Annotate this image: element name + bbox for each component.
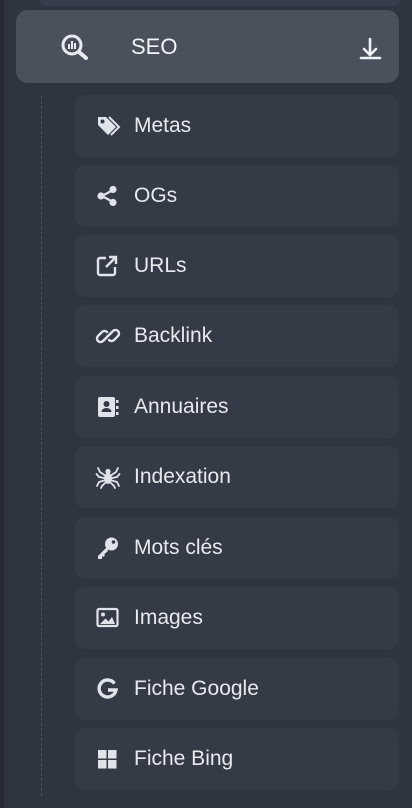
menu-item-fiche-bing[interactable]: Fiche Bing (75, 728, 399, 790)
menu-item-label: Fiche Google (134, 677, 259, 700)
menu-item-images[interactable]: Images (75, 587, 399, 649)
menu-item-label: Fiche Bing (134, 747, 234, 770)
search-chart-icon (60, 34, 90, 60)
image-icon (95, 606, 121, 630)
menu-item-label: OGs (134, 184, 178, 207)
spider-icon (95, 465, 121, 489)
menu-item-ogs[interactable]: OGs (75, 165, 399, 227)
menu-item-label: Metas (134, 114, 192, 137)
share-icon (95, 184, 121, 208)
menu-item-label: URLs (134, 254, 187, 277)
menu-item-urls[interactable]: URLs (75, 235, 399, 297)
menu-item-label: Images (134, 606, 203, 629)
menu-item-label: Mots clés (134, 536, 223, 559)
address-book-icon (95, 395, 121, 419)
menu-item-label: Indexation (134, 465, 231, 488)
tags-icon (95, 114, 121, 138)
menu-item-annuaires[interactable]: Annuaires (75, 376, 399, 438)
sidebar-panel: SEO Metas OGs URLs Backlink Annuaires In… (0, 0, 412, 808)
key-icon (95, 536, 121, 560)
seo-section-title: SEO (131, 34, 178, 59)
menu-item-metas[interactable]: Metas (75, 95, 399, 157)
previous-item-edge (40, 0, 400, 6)
google-icon (95, 677, 121, 701)
menu-item-label: Backlink (134, 324, 213, 347)
menu-item-indexation[interactable]: Indexation (75, 446, 399, 508)
tree-guide-line (41, 96, 42, 796)
menu-item-mots-cles[interactable]: Mots clés (75, 517, 399, 579)
seo-section-header[interactable]: SEO (16, 10, 399, 83)
arrow-down-icon[interactable] (356, 36, 384, 62)
link-icon (95, 324, 121, 348)
windows-icon (95, 747, 121, 771)
external-link-icon (95, 254, 121, 278)
menu-item-label: Annuaires (134, 395, 229, 418)
sidebar-edge (0, 0, 4, 808)
menu-item-fiche-google[interactable]: Fiche Google (75, 658, 399, 720)
menu-item-backlink[interactable]: Backlink (75, 305, 399, 367)
